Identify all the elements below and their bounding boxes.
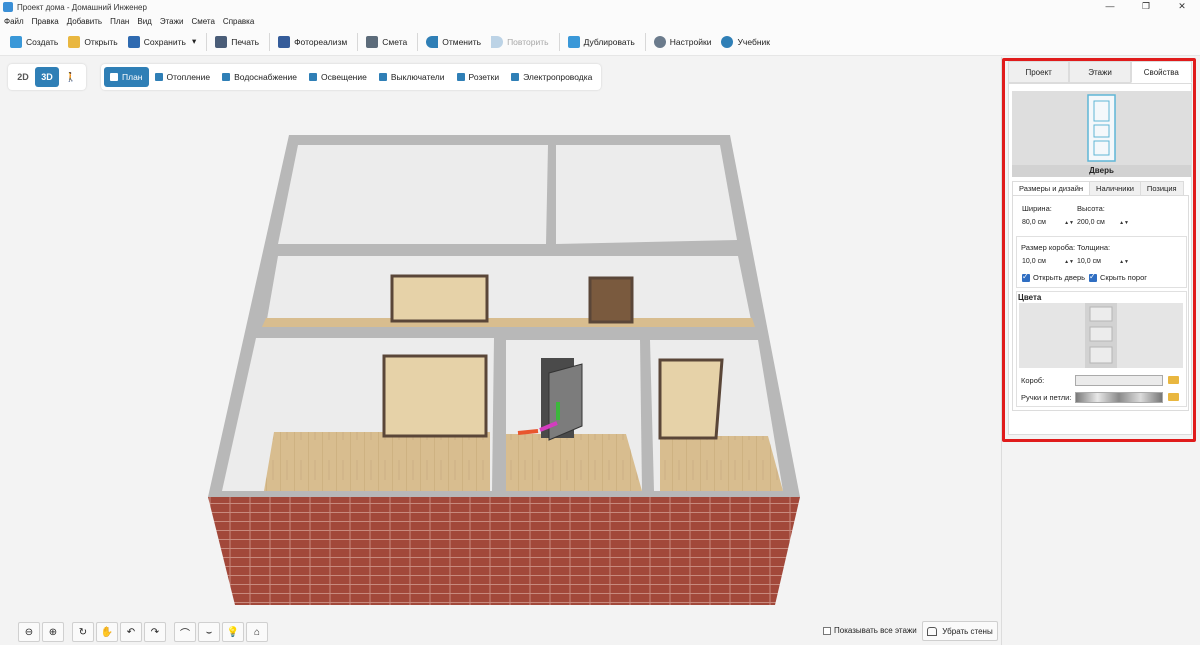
undo-icon: [426, 35, 439, 48]
tab-lighting[interactable]: Освещение: [303, 67, 373, 87]
save-icon: [127, 35, 140, 48]
home-icon[interactable]: ⌂: [246, 622, 268, 642]
printer-icon: [215, 35, 228, 48]
tab-switches[interactable]: Выключатели: [373, 67, 451, 87]
zoom-out-icon[interactable]: ⊖: [18, 622, 40, 642]
view-3d-button[interactable]: 3D: [35, 67, 59, 87]
gear-icon: [653, 35, 666, 48]
tab-plan[interactable]: План: [104, 67, 149, 87]
light-bulb-icon[interactable]: 💡: [222, 622, 244, 642]
lightning-icon: [511, 73, 520, 81]
room-front-right-floor: [660, 436, 783, 491]
zoom-in-icon[interactable]: ⊕: [42, 622, 64, 642]
title-bar: Проект дома - Домашний Инженер — ❐ ✕: [0, 0, 1200, 14]
minimize-button[interactable]: —: [1092, 0, 1128, 14]
tutorial-button[interactable]: Учебник: [717, 31, 774, 53]
house-3d-model[interactable]: [0, 57, 1000, 645]
tilt-up-icon[interactable]: ⌒: [174, 622, 196, 642]
socket-icon: [456, 73, 465, 81]
menu-bar: Файл Правка Добавить План Вид Этажи Смет…: [0, 14, 1200, 28]
doorway: [390, 274, 489, 323]
doorway-left: [382, 354, 488, 438]
help-icon: [721, 35, 734, 48]
room-back-right: [556, 145, 737, 244]
duplicate-icon: [567, 35, 580, 48]
menu-file[interactable]: Файл: [4, 17, 24, 26]
tab-wiring[interactable]: Электропроводка: [505, 67, 598, 87]
move-arrow-red: [517, 429, 539, 435]
walls-icon: [927, 626, 938, 636]
mode-tabs: План Отопление Водоснабжение Освещение В…: [101, 64, 602, 90]
redo-button[interactable]: Повторить: [487, 31, 553, 53]
close-button[interactable]: ✕: [1164, 0, 1200, 14]
highlight-frame: [1002, 58, 1196, 442]
plan-icon: [110, 73, 118, 81]
toolbar-separator: [644, 32, 646, 51]
switch-icon: [378, 73, 387, 81]
corridor-floor: [262, 318, 755, 327]
print-button[interactable]: Печать: [211, 31, 263, 53]
menu-plan[interactable]: План: [110, 17, 129, 26]
toolbar-separator: [269, 32, 271, 51]
undo-button[interactable]: Отменить: [422, 31, 485, 53]
rotate-360-icon[interactable]: ↻: [72, 622, 94, 642]
save-button[interactable]: Сохранить ▾: [124, 31, 201, 53]
maximize-button[interactable]: ❐: [1128, 0, 1164, 14]
tab-heating[interactable]: Отопление: [149, 67, 217, 87]
show-all-floors-checkbox[interactable]: Показывать все этажи: [823, 626, 917, 635]
tilt-down-icon[interactable]: ⌣: [198, 622, 220, 642]
calculator-icon: [366, 35, 379, 48]
photo-icon: [278, 35, 291, 48]
toolbar-separator: [417, 32, 419, 51]
rotate-left-icon[interactable]: ↶: [120, 622, 142, 642]
rotate-right-icon[interactable]: ↷: [144, 622, 166, 642]
water-icon: [222, 73, 231, 81]
toolbar-separator: [558, 32, 560, 51]
toolbar-separator: [206, 32, 208, 51]
doorway-right: [658, 358, 724, 440]
walk-mode-icon[interactable]: 🚶: [59, 67, 83, 87]
menu-estimate[interactable]: Смета: [191, 17, 214, 26]
3d-viewport[interactable]: 2D 3D 🚶 План Отопление Водоснабжение Осв…: [0, 57, 1000, 645]
save-dropdown-icon[interactable]: ▾: [192, 36, 196, 47]
tab-sockets[interactable]: Розетки: [451, 67, 506, 87]
bulb-icon: [309, 73, 318, 81]
pan-hand-icon[interactable]: ✋: [96, 622, 118, 642]
menu-floors[interactable]: Этажи: [160, 17, 184, 26]
brick-front-wall: [208, 497, 800, 605]
room-front-left-floor: [264, 432, 490, 491]
photorealism-button[interactable]: Фотореализм: [274, 31, 351, 53]
remove-walls-button[interactable]: Убрать стены: [922, 621, 998, 641]
main-toolbar: Создать Открыть Сохранить ▾ Печать Фоторе…: [0, 28, 1200, 56]
selected-door-leaf: [548, 363, 583, 441]
window-controls: — ❐ ✕: [1092, 0, 1200, 14]
interior-door: [588, 276, 634, 324]
menu-view[interactable]: Вид: [137, 17, 151, 26]
menu-add[interactable]: Добавить: [67, 17, 102, 26]
checkbox-box[interactable]: [823, 626, 831, 635]
view-tools: ⊖ ⊕ ↻ ✋ ↶ ↷ ⌒ ⌣ 💡 ⌂: [18, 622, 270, 642]
folder-icon: [68, 35, 81, 48]
corridor: [266, 256, 752, 325]
menu-help[interactable]: Справка: [223, 17, 254, 26]
toolbar-separator: [357, 32, 359, 51]
app-icon: [3, 2, 13, 12]
room-back-left: [278, 145, 548, 244]
redo-icon: [491, 35, 504, 48]
view-mode-toggle: 2D 3D 🚶: [8, 64, 86, 90]
create-button[interactable]: Создать: [6, 31, 62, 53]
new-file-icon: [10, 35, 22, 48]
heating-icon: [154, 73, 163, 81]
open-button[interactable]: Открыть: [64, 31, 121, 53]
menu-edit[interactable]: Правка: [32, 17, 59, 26]
duplicate-button[interactable]: Дублировать: [564, 31, 639, 53]
estimate-button[interactable]: Смета: [362, 31, 411, 53]
tab-water-supply[interactable]: Водоснабжение: [216, 67, 303, 87]
window-title: Проект дома - Домашний Инженер: [17, 2, 147, 12]
room-front-mid-floor: [506, 434, 642, 491]
settings-button[interactable]: Настройки: [650, 31, 716, 53]
view-2d-button[interactable]: 2D: [11, 67, 35, 87]
